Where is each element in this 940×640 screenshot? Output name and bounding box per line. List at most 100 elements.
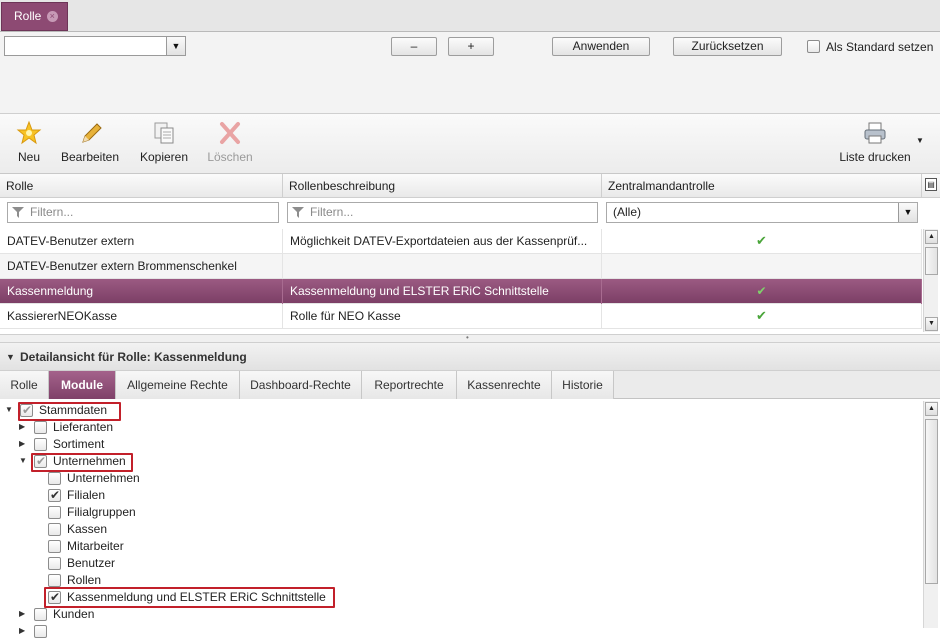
- column-chooser-icon: ▤: [925, 178, 937, 191]
- central-filter-value: (Alle): [613, 205, 642, 219]
- profile-combo[interactable]: ▼: [4, 36, 186, 56]
- print-list-button[interactable]: Liste drucken: [836, 120, 914, 164]
- check-icon: ✔: [602, 304, 922, 329]
- table-row-selected[interactable]: Kassenmeldung Kassenmeldung und ELSTER E…: [0, 279, 922, 304]
- role-cell: Kassenmeldung: [0, 279, 283, 304]
- tree-node-filialgruppen[interactable]: Filialgruppen: [0, 504, 300, 521]
- tree-node-benutzer[interactable]: Benutzer: [0, 555, 300, 572]
- tree-checkbox[interactable]: [34, 625, 47, 638]
- description-cell: [283, 254, 602, 279]
- tree-expand-icon[interactable]: ▼: [5, 402, 15, 418]
- delete-button[interactable]: Löschen: [205, 120, 255, 164]
- pencil-icon: [82, 123, 102, 143]
- tab-module[interactable]: Module: [49, 371, 116, 399]
- column-chooser[interactable]: ▤: [922, 174, 940, 198]
- description-filter-input[interactable]: Filtern...: [287, 202, 598, 223]
- tree-node-partial[interactable]: ▶: [0, 623, 300, 640]
- tree-scrollbar[interactable]: ▲: [923, 401, 938, 628]
- grid-scrollbar[interactable]: ▲ ▼: [923, 229, 938, 332]
- highlight-box: [44, 587, 335, 608]
- scroll-up-icon[interactable]: ▲: [925, 402, 938, 416]
- tree-node-unternehmen-child[interactable]: Unternehmen: [0, 470, 300, 487]
- column-header-central[interactable]: Zentralmandantrolle: [602, 174, 922, 198]
- tab-rolle-detail[interactable]: Rolle: [0, 371, 49, 399]
- tree-node-filialen[interactable]: Filialen: [0, 487, 300, 504]
- detail-panel-header[interactable]: ▼ Detailansicht für Rolle: Kassenmeldung: [0, 342, 940, 371]
- copy-button[interactable]: Kopieren: [137, 120, 191, 164]
- tree-expand-icon[interactable]: ▶: [19, 606, 29, 622]
- delete-label: Löschen: [207, 150, 253, 164]
- tree-checkbox[interactable]: [48, 574, 61, 587]
- set-default-label: Als Standard setzen: [826, 40, 934, 54]
- plus-button[interactable]: +: [448, 37, 494, 56]
- detail-title: Detailansicht für Rolle: Kassenmeldung: [20, 350, 247, 364]
- tab-historie[interactable]: Historie: [552, 371, 614, 399]
- module-tree: ▼ Stammdaten ▶ Lieferanten ▶ Sortiment ▼…: [0, 399, 922, 638]
- reset-button[interactable]: Zurücksetzen: [673, 37, 782, 56]
- check-icon: ✔: [602, 229, 922, 254]
- column-header-role[interactable]: Rolle: [0, 174, 283, 198]
- filter-icon: [12, 207, 24, 218]
- column-header-description[interactable]: Rollenbeschreibung: [283, 174, 602, 198]
- copy-icon: [154, 122, 174, 144]
- scroll-down-icon[interactable]: ▼: [925, 317, 938, 331]
- tree-checkbox[interactable]: [34, 438, 47, 451]
- tree-label: Benutzer: [67, 556, 116, 570]
- minus-button[interactable]: –: [391, 37, 437, 56]
- collapse-icon[interactable]: ▼: [6, 343, 15, 371]
- table-row[interactable]: DATEV-Benutzer extern Brommenschenkel: [0, 254, 922, 279]
- tab-dashboard-rechte[interactable]: Dashboard-Rechte: [240, 371, 362, 399]
- chevron-down-icon[interactable]: ▼: [916, 136, 924, 145]
- description-cell: Möglichkeit DATEV-Exportdateien aus der …: [283, 229, 602, 254]
- edit-button[interactable]: Bearbeiten: [58, 120, 122, 164]
- tab-reportrechte[interactable]: Reportrechte: [362, 371, 457, 399]
- scroll-thumb[interactable]: [925, 247, 938, 275]
- central-filter-select[interactable]: (Alle) ▼: [606, 202, 918, 223]
- tree-expand-icon[interactable]: ▶: [19, 436, 29, 452]
- tree-expand-icon[interactable]: ▶: [19, 419, 29, 435]
- set-default-checkbox[interactable]: [807, 40, 820, 53]
- tree-node-mitarbeiter[interactable]: Mitarbeiter: [0, 538, 300, 555]
- chevron-down-icon[interactable]: ▼: [898, 203, 917, 222]
- description-filter-placeholder: Filtern...: [310, 205, 354, 219]
- tree-checkbox[interactable]: [48, 557, 61, 570]
- role-filter-input[interactable]: Filtern...: [7, 202, 279, 223]
- panel-splitter[interactable]: •: [0, 333, 940, 342]
- new-label: Neu: [17, 150, 40, 164]
- central-cell: [602, 254, 922, 279]
- tree-checkbox[interactable]: [48, 472, 61, 485]
- tree-checkbox[interactable]: [48, 487, 61, 503]
- tree-checkbox[interactable]: [34, 608, 47, 621]
- chevron-down-icon[interactable]: ▼: [166, 37, 185, 55]
- filter-icon: [292, 207, 304, 218]
- tab-allgemeine-rechte[interactable]: Allgemeine Rechte: [116, 371, 240, 399]
- roles-grid: Rolle Rollenbeschreibung Zentralmandantr…: [0, 174, 940, 334]
- table-row[interactable]: KassiererNEOKasse Rolle für NEO Kasse ✔: [0, 304, 922, 329]
- tree-node-sortiment[interactable]: ▶ Sortiment: [0, 436, 300, 453]
- close-icon[interactable]: ×: [46, 11, 58, 23]
- tree-node-lieferanten[interactable]: ▶ Lieferanten: [0, 419, 300, 436]
- tree-expand-icon[interactable]: ▶: [19, 623, 29, 639]
- tree-node-kunden[interactable]: ▶ Kunden: [0, 606, 300, 623]
- filter-row: Filtern... Filtern... (Alle) ▼: [0, 198, 922, 228]
- table-row[interactable]: DATEV-Benutzer extern Möglichkeit DATEV-…: [0, 229, 922, 254]
- tree-expand-icon[interactable]: ▼: [19, 453, 29, 469]
- delete-x-icon: [220, 122, 240, 144]
- tree-label: Kassen: [67, 522, 108, 536]
- edit-label: Bearbeiten: [60, 150, 120, 164]
- tree-checkbox[interactable]: [48, 523, 61, 536]
- new-button[interactable]: Neu: [14, 120, 44, 164]
- tree-label: Lieferanten: [53, 420, 114, 434]
- scroll-up-icon[interactable]: ▲: [925, 230, 938, 244]
- tab-kassenrechte[interactable]: Kassenrechte: [457, 371, 552, 399]
- tree-node-kassen[interactable]: Kassen: [0, 521, 300, 538]
- filter-toolbar: ▼ – + Anwenden Zurücksetzen Als Standard…: [0, 32, 940, 114]
- apply-button[interactable]: Anwenden: [552, 37, 650, 56]
- tab-rolle-label: Rolle: [14, 9, 42, 23]
- scroll-thumb[interactable]: [925, 419, 938, 584]
- description-cell: Kassenmeldung und ELSTER ERiC Schnittste…: [283, 279, 602, 304]
- tree-checkbox[interactable]: [48, 506, 61, 519]
- tree-checkbox[interactable]: [34, 421, 47, 434]
- tab-rolle[interactable]: Rolle ×: [1, 2, 68, 31]
- tree-checkbox[interactable]: [48, 540, 61, 553]
